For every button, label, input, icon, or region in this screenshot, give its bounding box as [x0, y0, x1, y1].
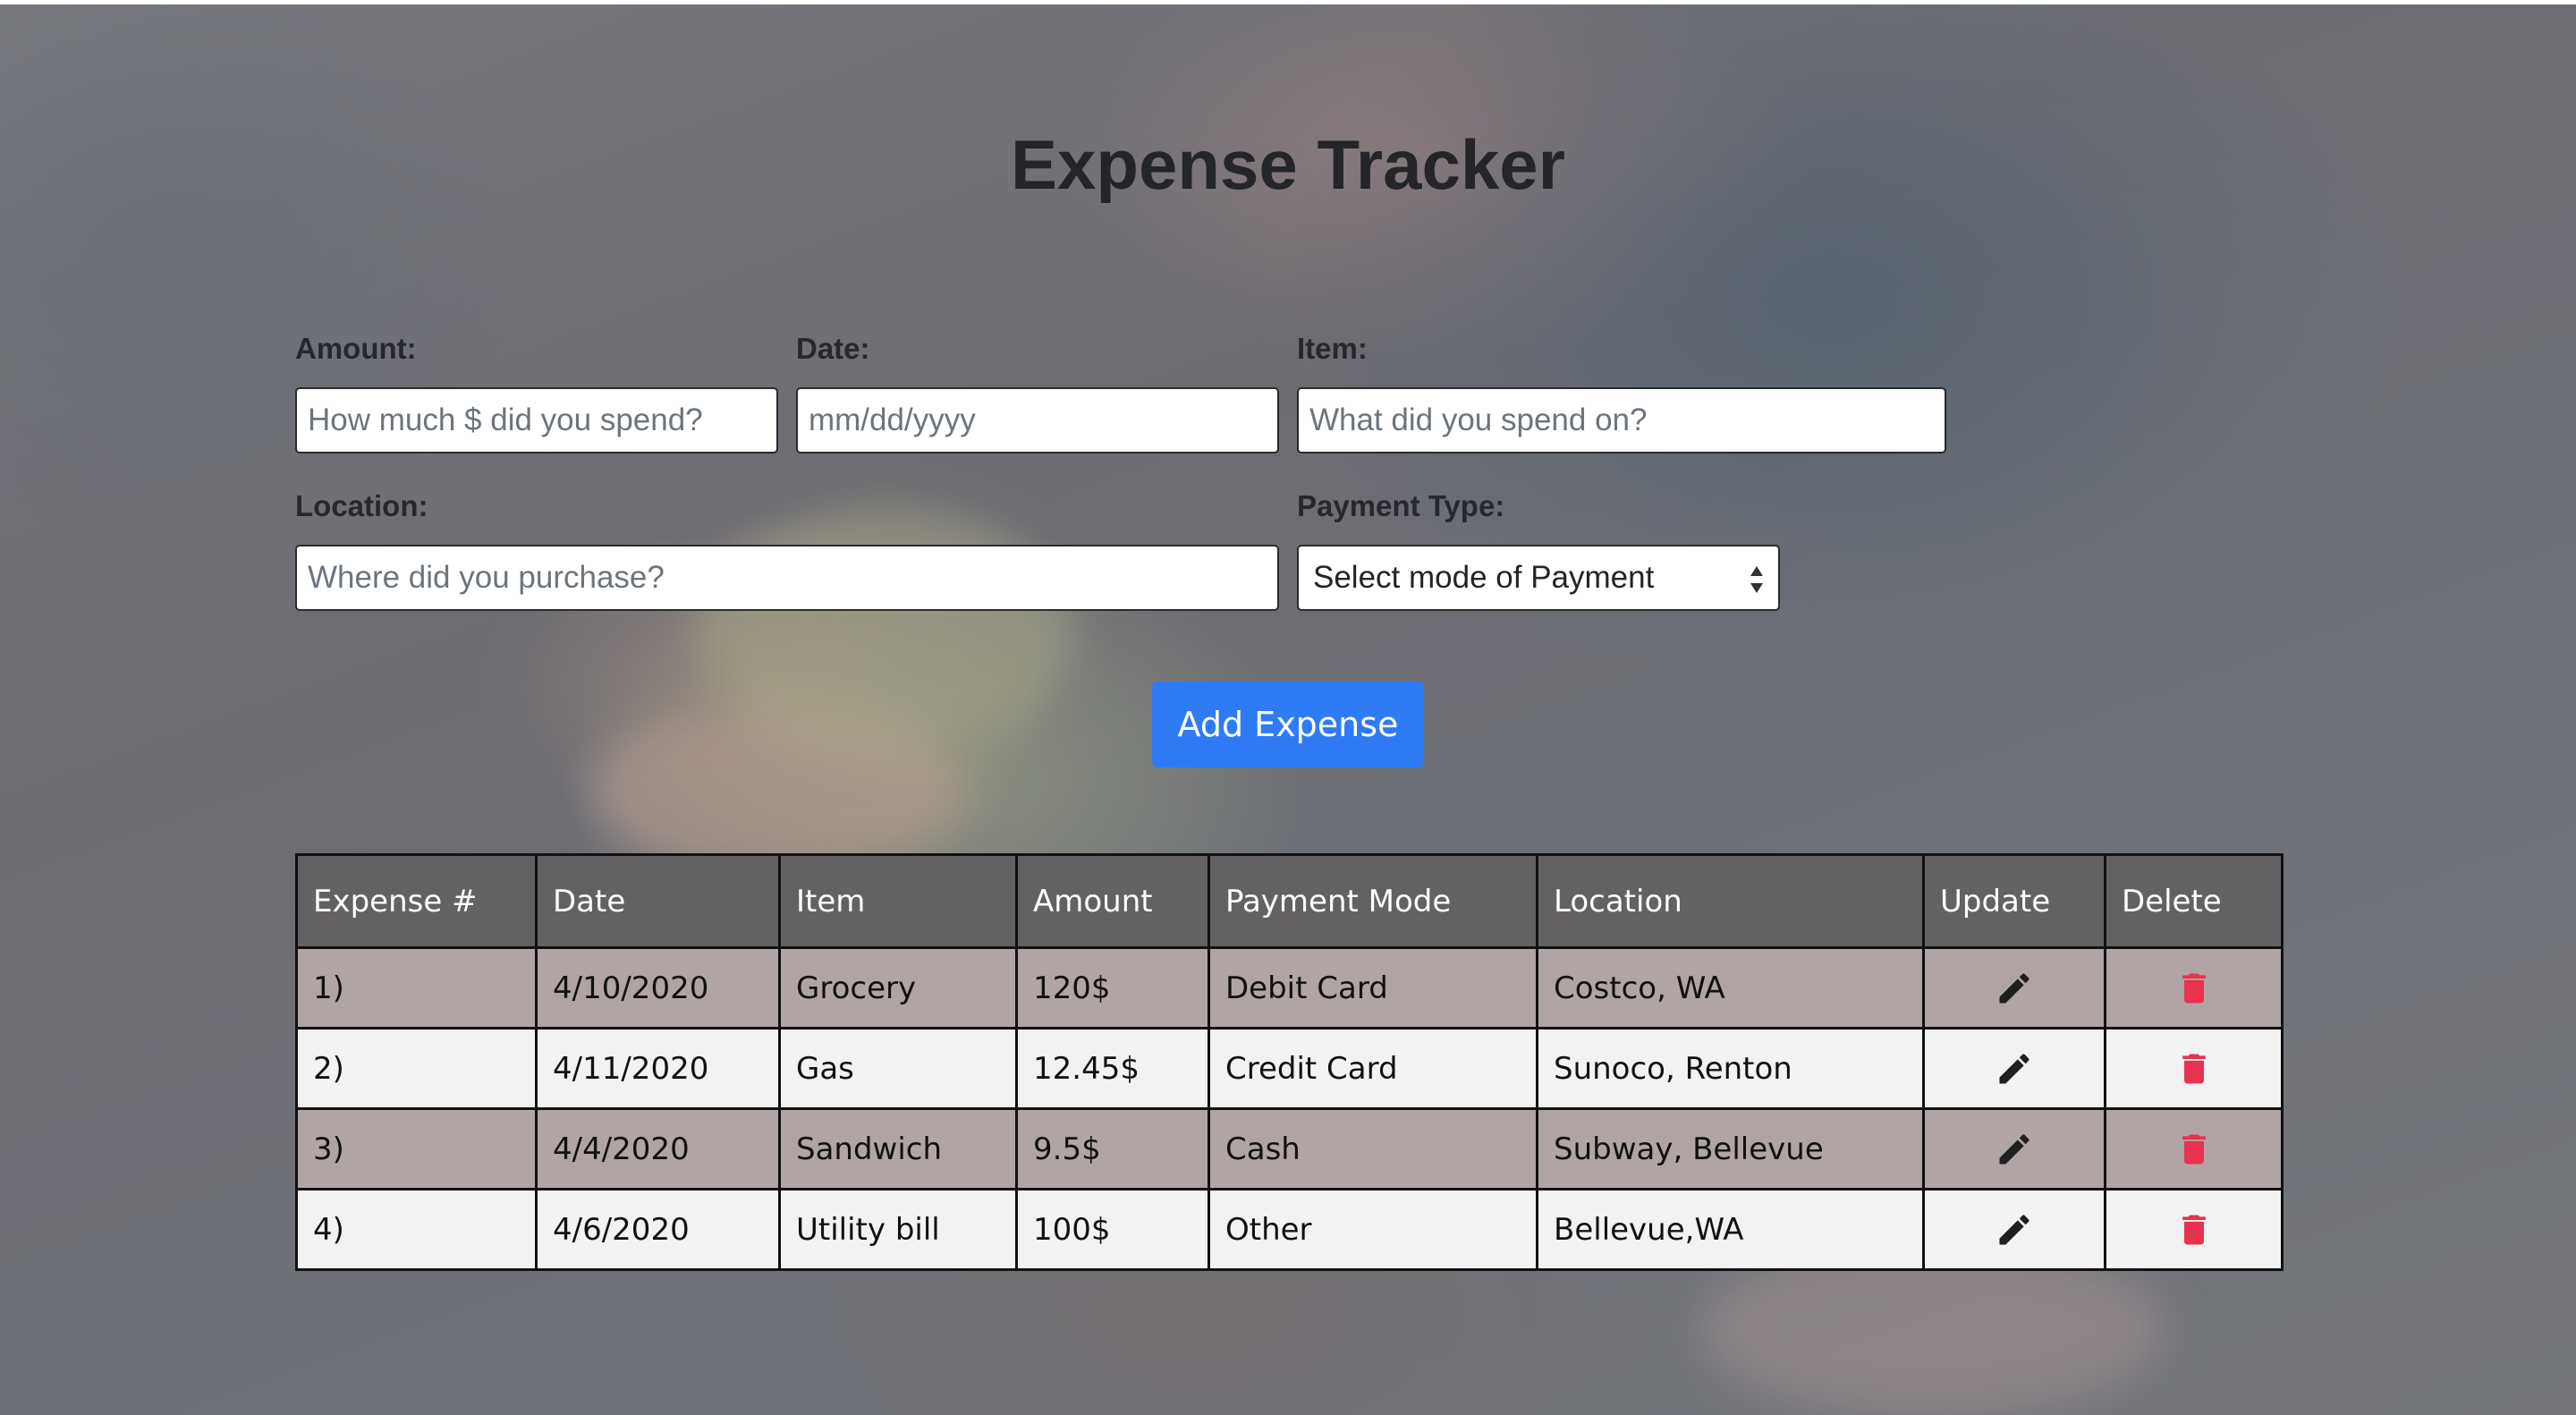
header-payment-mode: Payment Mode	[1208, 853, 1538, 949]
cell-date: 4/10/2020	[535, 946, 781, 1029]
cell-delete	[2104, 1188, 2284, 1271]
header-expense-number: Expense #	[295, 853, 538, 949]
cell-payment-mode: Cash	[1208, 1107, 1538, 1190]
header-item: Item	[778, 853, 1018, 949]
item-input[interactable]	[1297, 387, 1946, 453]
table-row: 4) 4/6/2020 Utility bill 100$ Other Bell…	[295, 1188, 2284, 1271]
amount-label: Amount:	[295, 332, 417, 365]
payment-type-select[interactable]: Select mode of Payment	[1297, 545, 1780, 611]
expense-table: Expense # Date Item Amount Payment Mode …	[295, 853, 2284, 1271]
location-label: Location:	[295, 489, 428, 522]
cell-item: Gas	[778, 1027, 1018, 1110]
location-input[interactable]	[295, 545, 1279, 611]
background-photo-blob	[698, 505, 1073, 756]
page-background: Expense Tracker Amount: Date: Item: Loca…	[0, 0, 2576, 1415]
header-delete: Delete	[2104, 853, 2284, 949]
add-expense-button[interactable]: Add Expense	[1152, 682, 1424, 767]
cell-amount: 100$	[1015, 1188, 1210, 1271]
cell-location: Costco, WA	[1536, 946, 1925, 1029]
payment-type-label: Payment Type:	[1297, 489, 1505, 522]
cell-location: Bellevue,WA	[1536, 1188, 1925, 1271]
cell-date: 4/11/2020	[535, 1027, 781, 1110]
cell-item: Utility bill	[778, 1188, 1018, 1271]
header-date: Date	[535, 853, 781, 949]
trash-icon[interactable]	[2174, 969, 2214, 1008]
cell-update	[1922, 1188, 2106, 1271]
cell-delete	[2104, 1027, 2284, 1110]
cell-date: 4/4/2020	[535, 1107, 781, 1190]
cell-payment-mode: Debit Card	[1208, 946, 1538, 1029]
cell-expense-number: 4)	[295, 1188, 538, 1271]
item-label: Item:	[1297, 332, 1368, 365]
cell-update	[1922, 1107, 2106, 1190]
pencil-icon[interactable]	[1995, 969, 2034, 1008]
cell-update	[1922, 946, 2106, 1029]
cell-item: Sandwich	[778, 1107, 1018, 1190]
date-label: Date:	[796, 332, 870, 365]
page-title: Expense Tracker	[1010, 125, 1566, 204]
header-location: Location	[1536, 853, 1925, 949]
select-arrows-icon	[1750, 566, 1763, 593]
header-update: Update	[1922, 853, 2106, 949]
table-row: 3) 4/4/2020 Sandwich 9.5$ Cash Subway, B…	[295, 1107, 2284, 1190]
cell-location: Sunoco, Renton	[1536, 1027, 1925, 1110]
cell-payment-mode: Credit Card	[1208, 1027, 1538, 1110]
cell-date: 4/6/2020	[535, 1188, 781, 1271]
table-header-row: Expense # Date Item Amount Payment Mode …	[295, 853, 2284, 949]
pencil-icon[interactable]	[1995, 1130, 2034, 1169]
trash-icon[interactable]	[2174, 1049, 2214, 1089]
cell-delete	[2104, 1107, 2284, 1190]
date-input[interactable]	[796, 387, 1279, 453]
pencil-icon[interactable]	[1995, 1049, 2034, 1089]
cell-item: Grocery	[778, 946, 1018, 1029]
cell-payment-mode: Other	[1208, 1188, 1538, 1271]
cell-expense-number: 1)	[295, 946, 538, 1029]
cell-expense-number: 2)	[295, 1027, 538, 1110]
trash-icon[interactable]	[2174, 1210, 2214, 1250]
payment-type-selected: Select mode of Payment	[1313, 560, 1655, 595]
cell-amount: 12.45$	[1015, 1027, 1210, 1110]
header-amount: Amount	[1015, 853, 1210, 949]
table-row: 1) 4/10/2020 Grocery 120$ Debit Card Cos…	[295, 946, 2284, 1029]
trash-icon[interactable]	[2174, 1130, 2214, 1169]
cell-amount: 9.5$	[1015, 1107, 1210, 1190]
cell-amount: 120$	[1015, 946, 1210, 1029]
cell-update	[1922, 1027, 2106, 1110]
cell-expense-number: 3)	[295, 1107, 538, 1190]
table-row: 2) 4/11/2020 Gas 12.45$ Credit Card Suno…	[295, 1027, 2284, 1110]
amount-input[interactable]	[295, 387, 778, 453]
cell-location: Subway, Bellevue	[1536, 1107, 1925, 1190]
cell-delete	[2104, 946, 2284, 1029]
pencil-icon[interactable]	[1995, 1210, 2034, 1250]
